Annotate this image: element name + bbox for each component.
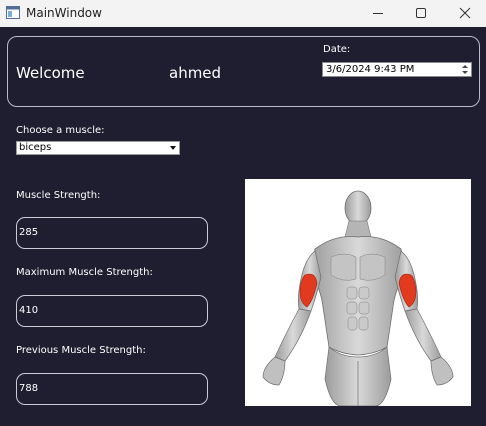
maximize-button[interactable] (398, 0, 444, 27)
muscle-strength-value: 285 (19, 227, 39, 238)
choose-muscle-label: Choose a muscle: (16, 125, 105, 136)
minimize-icon (373, 13, 383, 14)
chevron-down-icon (170, 146, 176, 150)
close-icon (459, 7, 471, 19)
anatomy-figure-icon (262, 190, 454, 407)
muscle-dropdown[interactable]: biceps (16, 141, 180, 155)
max-strength-label: Maximum Muscle Strength: (16, 267, 153, 278)
previous-strength-label: Previous Muscle Strength: (16, 345, 146, 356)
max-strength-field[interactable]: 410 (16, 295, 208, 327)
title-bar: MainWindow (0, 0, 486, 27)
previous-strength-value: 788 (19, 383, 39, 394)
date-time-edit[interactable]: 3/6/2024 9:43 PM (322, 62, 472, 77)
muscle-image (245, 179, 471, 407)
welcome-label: Welcome (16, 64, 85, 82)
previous-strength-field[interactable]: 788 (16, 373, 208, 405)
close-button[interactable] (441, 0, 486, 27)
muscle-strength-field[interactable]: 285 (16, 217, 208, 249)
app-icon (6, 6, 20, 19)
minimize-button[interactable] (355, 0, 401, 27)
muscle-strength-label: Muscle Strength: (16, 190, 101, 201)
date-label: Date: (323, 44, 351, 55)
muscle-selected-value: biceps (19, 142, 52, 153)
max-strength-value: 410 (19, 305, 39, 316)
maximize-icon (416, 8, 426, 18)
window-title: MainWindow (26, 6, 102, 20)
username-label: ahmed (169, 64, 222, 82)
spin-arrows-icon[interactable] (460, 63, 470, 76)
date-value: 3/6/2024 9:43 PM (326, 64, 415, 75)
